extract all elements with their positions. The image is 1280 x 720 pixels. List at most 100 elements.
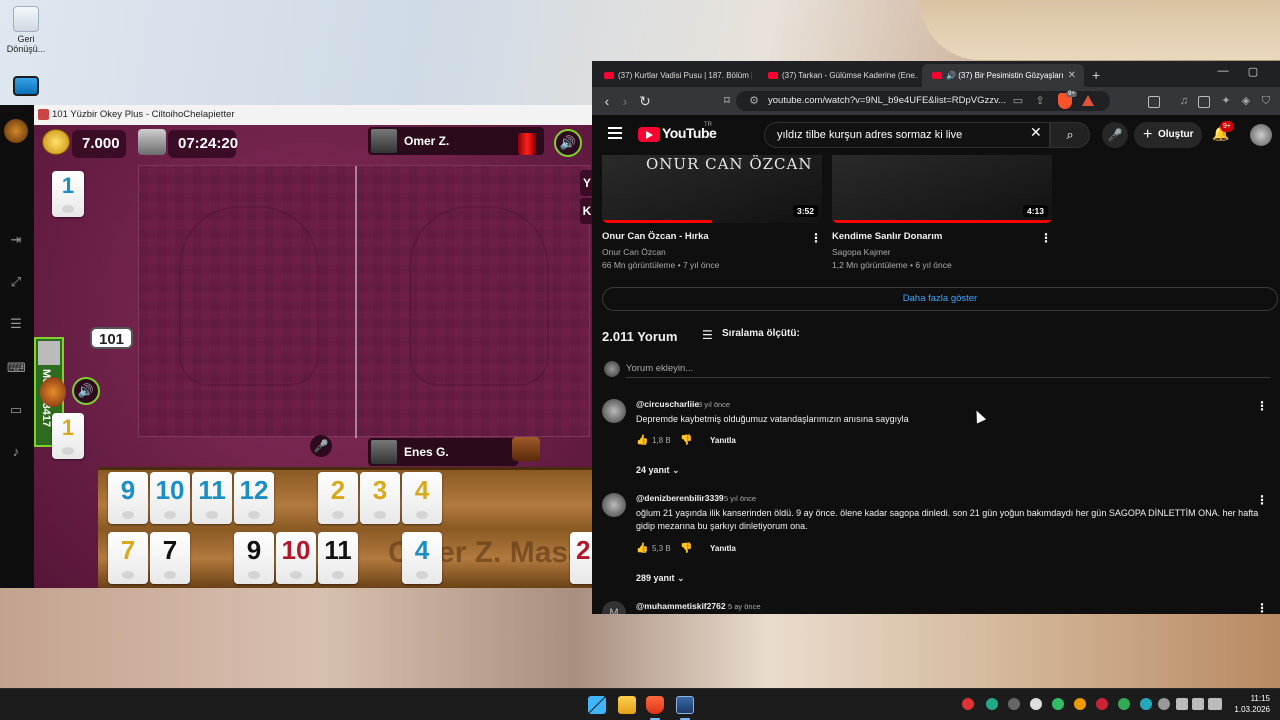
start-button-icon[interactable]	[588, 696, 606, 714]
tab-tarkan[interactable]: (37) Tarkan - Gülümse Kaderine (Ene...	[758, 64, 918, 87]
add-comment-input[interactable]: Yorum ekleyin...	[626, 363, 693, 374]
video-thumbnail[interactable]: ONUR CAN ÖZCAN 3:52	[602, 155, 822, 223]
rack-tile[interactable]: 7	[108, 532, 148, 584]
tray-app-icon[interactable]	[1074, 698, 1086, 710]
maximize-button[interactable]: ▢	[1238, 65, 1268, 78]
dislike-icon[interactable]: 👎	[680, 543, 692, 554]
reload-button[interactable]: ↻	[636, 92, 654, 110]
rack-tile[interactable]: 2	[318, 472, 358, 524]
tray-app-icon[interactable]	[1118, 698, 1130, 710]
side-tile-top[interactable]: 1	[52, 171, 84, 217]
tray-app-icon[interactable]	[1096, 698, 1108, 710]
youtube-logo-icon[interactable]	[638, 127, 660, 142]
tray-app-icon[interactable]	[1008, 698, 1020, 710]
search-button[interactable]: ⌕	[1050, 122, 1090, 148]
tray-app-icon[interactable]	[1052, 698, 1064, 710]
desktop-icon-recycle-bin[interactable]: Geri Dönüşü...	[4, 6, 48, 54]
comment-time[interactable]: 5 ay önce	[728, 602, 761, 611]
clock[interactable]: 11:15 1.03.2026	[1226, 693, 1270, 715]
left-sound-button[interactable]: 🔊	[72, 377, 100, 405]
close-tab-icon[interactable]: ✕	[1068, 64, 1076, 87]
tray-app-icon[interactable]	[1158, 698, 1170, 710]
avatar[interactable]	[602, 493, 626, 517]
cannon-icon[interactable]	[512, 437, 540, 461]
rack-tile[interactable]: 4	[402, 472, 442, 524]
rack-tile[interactable]: 4	[402, 532, 442, 584]
clear-search-icon[interactable]: ✕	[1030, 124, 1042, 141]
tray-nvidia-icon[interactable]	[986, 698, 998, 710]
tab-bir-pesimistin[interactable]: 🔊 (37) Bir Pesimistin Gözyaşları ✕	[922, 64, 1084, 87]
app-avatar-icon[interactable]	[4, 119, 28, 143]
rack-tile[interactable]: 7	[150, 532, 190, 584]
menu-icon[interactable]	[608, 127, 622, 139]
rack-tile[interactable]: 12	[234, 472, 274, 524]
rack-tile[interactable]: 11	[318, 532, 358, 584]
comment-time[interactable]: 3 yıl önce	[698, 400, 730, 409]
battery-icon[interactable]	[1208, 698, 1222, 710]
sliders-icon[interactable]: ☰	[7, 315, 25, 333]
view-replies-button[interactable]: 24 yanıt ⌄	[636, 465, 680, 476]
channel-name[interactable]: Sagopa Kajmer	[832, 247, 891, 257]
view-replies-button[interactable]: 289 yanıt ⌄	[636, 573, 685, 584]
reply-button[interactable]: Yanıtla	[710, 544, 736, 553]
discard-area[interactable]	[138, 165, 590, 438]
comment-author[interactable]: @circuscharliie	[636, 399, 699, 409]
rack-tile[interactable]: 10	[276, 532, 316, 584]
vpn-icon[interactable]: ⛉	[1258, 91, 1274, 111]
mic-button[interactable]: 🎤	[310, 435, 332, 457]
rack-tile[interactable]: 9	[234, 532, 274, 584]
desktop-icon-this-pc[interactable]	[4, 76, 48, 98]
brave-rewards-icon[interactable]	[1082, 95, 1094, 106]
comment-menu-icon[interactable]: ⋮	[1256, 399, 1268, 413]
rack-tile[interactable]: 10	[150, 472, 190, 524]
rack-tile[interactable]: 11	[192, 472, 232, 524]
show-more-button[interactable]: Daha fazla göster	[602, 287, 1278, 311]
file-explorer-icon[interactable]	[618, 696, 636, 714]
exit-icon[interactable]: ⇥	[7, 231, 25, 249]
avatar[interactable]: M	[602, 601, 626, 614]
tray-app-icon[interactable]	[1140, 698, 1152, 710]
keyboard-icon[interactable]: ⌨	[7, 359, 26, 377]
sound-button[interactable]: 🔊	[554, 129, 582, 157]
game-app-icon[interactable]	[676, 696, 694, 714]
voice-search-button[interactable]: 🎤	[1102, 122, 1128, 148]
site-info-icon[interactable]: ⚙	[746, 91, 762, 111]
cast-icon[interactable]: ▭	[1010, 91, 1026, 111]
sort-button[interactable]: ☰ Sıralama ölçütü:	[702, 328, 800, 342]
create-button[interactable]: + Oluştur	[1134, 122, 1202, 148]
game-titlebar[interactable]: 101 Yüzbir Okey Plus - CiltoihoChelapiet…	[34, 105, 592, 125]
brave-browser-icon[interactable]	[646, 696, 664, 714]
comment-author[interactable]: @denizberenbilir3339	[636, 493, 724, 503]
rack-tile[interactable]: 2	[570, 532, 592, 584]
extension-icon[interactable]	[1148, 96, 1160, 108]
rack-tile[interactable]: 3	[360, 472, 400, 524]
rack-tile[interactable]: 9	[108, 472, 148, 524]
comment-menu-icon[interactable]: ⋮	[1256, 601, 1268, 614]
url-field[interactable]: ⚙ youtube.com/watch?v=9NL_b9e4UFE&list=R…	[736, 91, 1110, 111]
bottom-player-tag[interactable]: Enes G.	[368, 438, 518, 466]
music-icon[interactable]: ♫	[1176, 91, 1192, 111]
reply-button[interactable]: Yanıtla	[710, 436, 736, 445]
wallet-icon[interactable]: ◈	[1238, 91, 1254, 111]
volume-icon[interactable]: ♪	[7, 443, 25, 461]
tray-app-icon[interactable]	[962, 698, 974, 710]
account-avatar[interactable]	[1250, 124, 1272, 146]
side-tile-bottom[interactable]: 1	[52, 413, 84, 459]
minimize-button[interactable]: —	[1208, 65, 1238, 77]
comment-author[interactable]: @muhammetiskif2762	[636, 601, 726, 611]
sidebar-icon[interactable]	[1198, 96, 1210, 108]
video-menu-icon[interactable]: ⋮	[1040, 231, 1052, 245]
puzzle-icon[interactable]: ✦	[1218, 91, 1234, 111]
avatar[interactable]	[602, 399, 626, 423]
tag-icon[interactable]: ▭	[7, 401, 25, 419]
back-button[interactable]: ‹	[598, 92, 616, 110]
expand-icon[interactable]: ⤢	[7, 273, 25, 291]
video-menu-icon[interactable]: ⋮	[810, 231, 822, 245]
emoji-avatar-icon[interactable]	[40, 377, 66, 407]
video-title[interactable]: Onur Can Özcan - Hırka	[602, 231, 709, 242]
new-tab-button[interactable]: +	[1092, 64, 1100, 86]
like-icon[interactable]: 👍	[636, 543, 648, 554]
video-thumbnail[interactable]: 4:13	[832, 155, 1052, 223]
like-icon[interactable]: 👍	[636, 435, 648, 446]
video-title[interactable]: Kendime Sanlır Donarım	[832, 231, 942, 242]
